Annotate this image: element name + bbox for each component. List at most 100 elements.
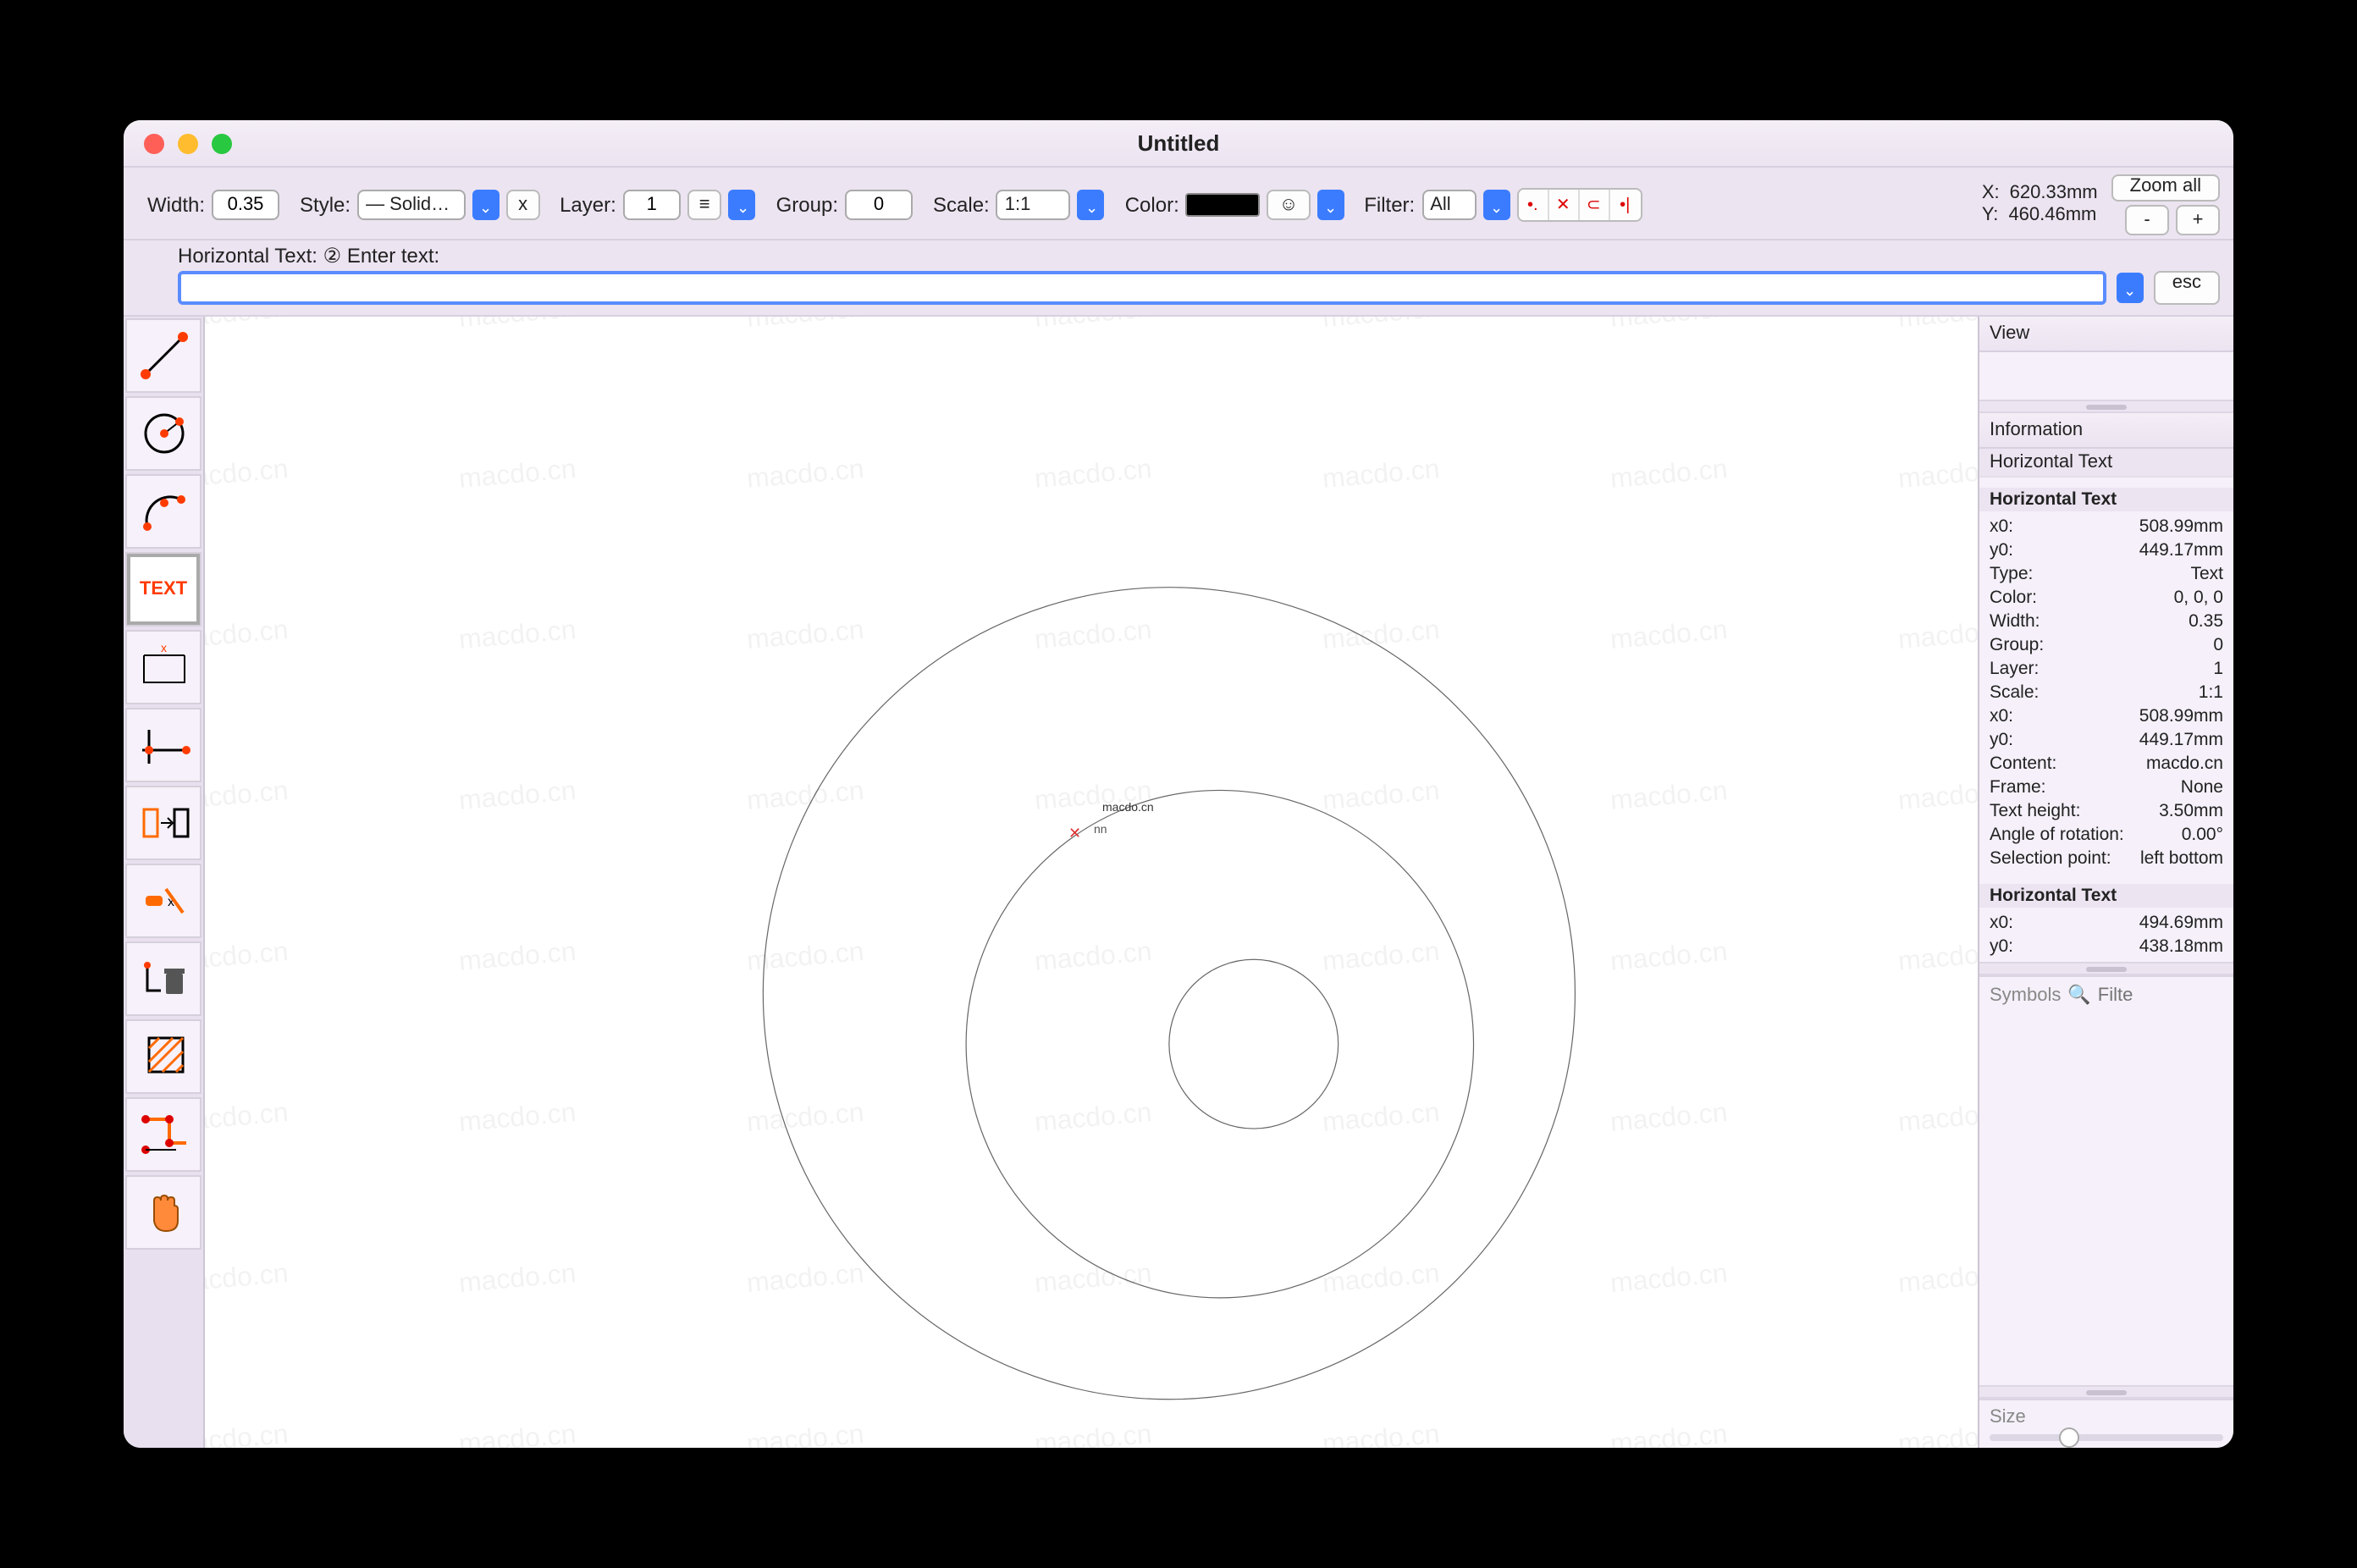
info-value: 0.35 xyxy=(2189,611,2223,632)
zoom-all-button[interactable]: Zoom all xyxy=(2111,174,2220,202)
style-dropdown-icon[interactable] xyxy=(472,190,500,220)
info-row: Angle of rotation:0.00° xyxy=(1979,823,2233,847)
info-row: Text height: 3.50mm xyxy=(1979,799,2233,823)
tool-palette: TEXT x x xyxy=(124,317,205,1448)
color-swatch[interactable] xyxy=(1186,193,1261,217)
color-smiley-icon[interactable]: ☺ xyxy=(1267,190,1310,220)
group-group: Group: xyxy=(766,190,913,220)
zoom-out-button[interactable]: - xyxy=(2125,205,2169,235)
mirror-tool[interactable] xyxy=(125,786,201,860)
info-row: x0:508.99mm xyxy=(1979,515,2233,538)
erase-tool[interactable]: x xyxy=(125,864,201,938)
trash-tool[interactable] xyxy=(125,941,201,1016)
drawing-canvas[interactable]: macdo.cn ✕ nn macdo.cnmacdo.cnmacdo.cnma… xyxy=(205,317,1979,1448)
info-value: 449.17mm xyxy=(2139,730,2223,750)
info-row: Type:Text xyxy=(1979,562,2233,586)
layer-list-icon[interactable]: ≡ xyxy=(687,190,722,220)
command-text-input[interactable] xyxy=(178,271,2106,305)
info-key: y0: xyxy=(1990,540,2013,560)
info-key: Type: xyxy=(1990,564,2033,584)
info-value: left bottom xyxy=(2140,848,2223,869)
info-value: 0, 0, 0 xyxy=(2174,588,2223,608)
width-input[interactable] xyxy=(212,190,279,220)
scale-dropdown-icon[interactable] xyxy=(1078,190,1105,220)
panel-splitter-1[interactable] xyxy=(1979,400,2233,413)
zoom-in-button[interactable]: + xyxy=(2176,205,2220,235)
pan-tool[interactable] xyxy=(125,1175,201,1250)
info-value: 1 xyxy=(2213,659,2223,679)
text-tool[interactable]: TEXT xyxy=(125,552,201,627)
coord-x-value: 620.33mm xyxy=(2010,183,2098,205)
info-row: y0: 449.17mm xyxy=(1979,538,2233,562)
group-input[interactable] xyxy=(845,190,913,220)
style-select[interactable]: — Solid… xyxy=(357,190,466,220)
info-key: y0: xyxy=(1990,730,2013,750)
info-value: 449.17mm xyxy=(2139,540,2223,560)
info-value: 508.99mm xyxy=(2139,706,2223,726)
symbols-filter-input[interactable] xyxy=(2098,985,2233,1005)
scale-select[interactable]: 1:1 xyxy=(996,190,1071,220)
main-body: TEXT x x xyxy=(124,317,2233,1448)
filter-point-icon[interactable]: •. xyxy=(1518,190,1548,220)
info-key: Color: xyxy=(1990,588,2037,608)
information-section-header[interactable]: Information xyxy=(1979,413,2233,449)
minimize-window-button[interactable] xyxy=(178,133,198,153)
info-row: Layer: 1 xyxy=(1979,657,2233,681)
info-value: 3.50mm xyxy=(2159,801,2223,821)
scale-label: Scale: xyxy=(933,193,990,217)
layer-input[interactable] xyxy=(623,190,681,220)
info-key: Text height: xyxy=(1990,801,2080,821)
info-value: 494.69mm xyxy=(2139,913,2223,933)
hatch-tool[interactable] xyxy=(125,1019,201,1094)
info-key: Layer: xyxy=(1990,659,2039,679)
close-window-button[interactable] xyxy=(144,133,164,153)
filter-dropdown-icon[interactable] xyxy=(1482,190,1510,220)
search-icon: 🔍 xyxy=(2067,984,2090,1006)
line-tool[interactable] xyxy=(125,318,201,393)
axis-tool[interactable] xyxy=(125,708,201,782)
arc-tool[interactable] xyxy=(125,474,201,549)
info-row: Color: 0, 0, 0 xyxy=(1979,586,2233,610)
panel-splitter-3[interactable] xyxy=(1979,1385,2233,1399)
info-row: Selection point:left bottom xyxy=(1979,847,2233,870)
info-key: Angle of rotation: xyxy=(1990,825,2124,845)
dimension-x-tool[interactable]: x xyxy=(125,630,201,704)
zoom-controls: Zoom all - + xyxy=(2111,174,2220,235)
zoom-window-button[interactable] xyxy=(212,133,232,153)
esc-button[interactable]: esc xyxy=(2154,271,2220,305)
info-key: x0: xyxy=(1990,706,2013,726)
command-dropdown-icon[interactable] xyxy=(2117,273,2144,303)
circle-tool[interactable] xyxy=(125,396,201,471)
filter-magnet-icon[interactable]: ⊂ xyxy=(1579,190,1609,220)
info-row: Scale:1:1 xyxy=(1979,681,2233,704)
scale-group: Scale: 1:1 xyxy=(923,190,1105,220)
filter-snap-icon[interactable]: •| xyxy=(1609,190,1640,220)
filter-toggle-icons: •. ✕ ⊂ •| xyxy=(1516,188,1642,222)
polyline-tool[interactable] xyxy=(125,1097,201,1172)
info-section2-rows: x0:494.69mmy0:438.18mm xyxy=(1979,908,2233,962)
size-slider[interactable] xyxy=(1990,1434,2223,1441)
symbols-label: Symbols xyxy=(1990,985,2061,1005)
filter-select[interactable]: All xyxy=(1421,190,1476,220)
info-row: Width:0.35 xyxy=(1979,610,2233,633)
info-row: y0:438.18mm xyxy=(1979,935,2233,958)
layer-dropdown-icon[interactable] xyxy=(729,190,756,220)
canvas-text-sample: macdo.cn xyxy=(1102,803,1154,814)
toolbar-right: X:620.33mm Y:460.46mm Zoom all - + xyxy=(1982,174,2220,235)
info-row: Frame:None xyxy=(1979,776,2233,799)
coord-x-label: X: xyxy=(1982,183,2000,205)
info-key: Content: xyxy=(1990,754,2056,774)
panel-splitter-2[interactable] xyxy=(1979,962,2233,975)
info-key: Group: xyxy=(1990,635,2044,655)
style-clear-button[interactable]: x xyxy=(506,190,539,220)
info-section2-title: Horizontal Text xyxy=(1979,884,2233,908)
color-group: Color: ☺ xyxy=(1115,190,1344,220)
layer-group: Layer: ≡ xyxy=(549,190,756,220)
info-row: x0: 508.99mm xyxy=(1979,704,2233,728)
color-dropdown-icon[interactable] xyxy=(1316,190,1344,220)
filter-x-icon[interactable]: ✕ xyxy=(1548,190,1579,220)
filter-group: Filter: All •. ✕ ⊂ •| xyxy=(1354,188,1642,222)
layer-label: Layer: xyxy=(560,193,616,217)
view-section-header[interactable]: View xyxy=(1979,317,2233,352)
coord-readout: X:620.33mm Y:460.46mm xyxy=(1982,183,2098,227)
